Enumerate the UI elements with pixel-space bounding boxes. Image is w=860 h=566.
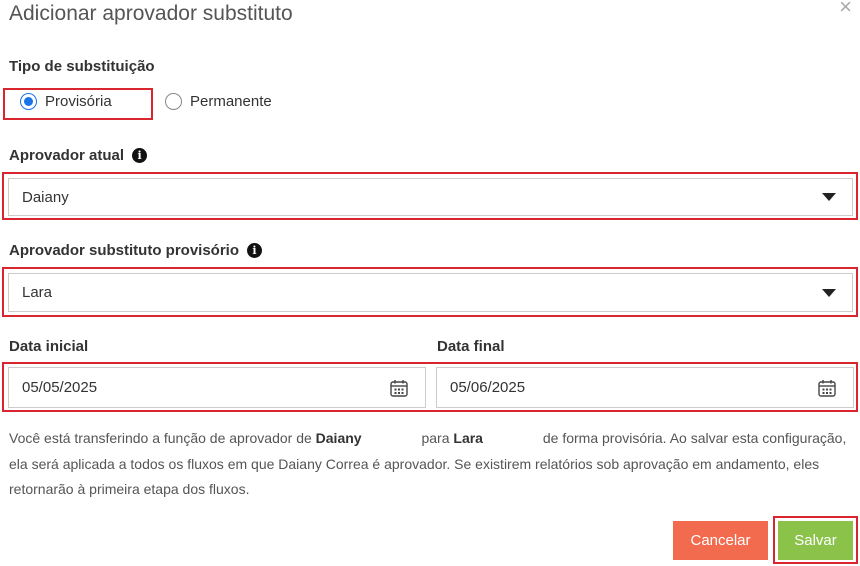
start-date-input[interactable]: 05/05/2025 bbox=[8, 367, 426, 408]
radio-permanente[interactable]: Permanente bbox=[165, 93, 272, 110]
radio-permanente-label: Permanente bbox=[190, 93, 272, 110]
end-date-input[interactable]: 05/06/2025 bbox=[436, 367, 854, 408]
current-approver-select[interactable]: Daiany bbox=[8, 178, 853, 216]
radio-provisoria-label: Provisória bbox=[45, 93, 112, 110]
close-icon[interactable]: × bbox=[839, 0, 852, 20]
note-from-name: Daiany bbox=[315, 430, 362, 446]
current-approver-label-text: Aprovador atual bbox=[9, 147, 125, 164]
note-to-name: Lara bbox=[453, 430, 483, 446]
current-approver-value: Daiany bbox=[22, 188, 69, 206]
substitute-approver-label-text: Aprovador substituto provisório bbox=[9, 242, 240, 259]
save-button[interactable]: Salvar bbox=[778, 521, 853, 560]
end-date-label: Data final bbox=[437, 338, 505, 355]
calendar-icon[interactable] bbox=[817, 378, 837, 398]
radio-provisoria-indicator[interactable] bbox=[20, 93, 37, 110]
cancel-button[interactable]: Cancelar bbox=[673, 521, 768, 560]
substitute-approver-select[interactable]: Lara bbox=[8, 273, 853, 312]
substitution-type-label-text: Tipo de substituição bbox=[9, 58, 155, 75]
end-date-value: 05/06/2025 bbox=[450, 379, 526, 396]
dialog-title: Adicionar aprovador substituto bbox=[9, 2, 293, 25]
note-part2: para bbox=[421, 430, 450, 446]
start-date-label-text: Data inicial bbox=[9, 338, 89, 355]
substitution-type-label: Tipo de substituição bbox=[9, 58, 155, 75]
chevron-down-icon bbox=[822, 193, 836, 201]
substitute-approver-value: Lara bbox=[22, 284, 53, 301]
info-icon: i bbox=[132, 148, 148, 163]
current-approver-label: Aprovador atual i bbox=[9, 147, 148, 164]
info-icon: i bbox=[247, 243, 263, 258]
transfer-note: Você está transferindo a função de aprov… bbox=[9, 426, 849, 503]
substitute-approver-label: Aprovador substituto provisório i bbox=[9, 242, 263, 259]
radio-permanente-indicator[interactable] bbox=[165, 93, 182, 110]
radio-provisoria[interactable]: Provisória bbox=[20, 93, 112, 110]
chevron-down-icon bbox=[822, 288, 836, 297]
calendar-icon[interactable] bbox=[389, 378, 409, 398]
end-date-label-text: Data final bbox=[437, 338, 505, 355]
note-part1: Você está transferindo a função de aprov… bbox=[9, 430, 312, 446]
start-date-value: 05/05/2025 bbox=[22, 379, 98, 396]
start-date-label: Data inicial bbox=[9, 338, 88, 355]
